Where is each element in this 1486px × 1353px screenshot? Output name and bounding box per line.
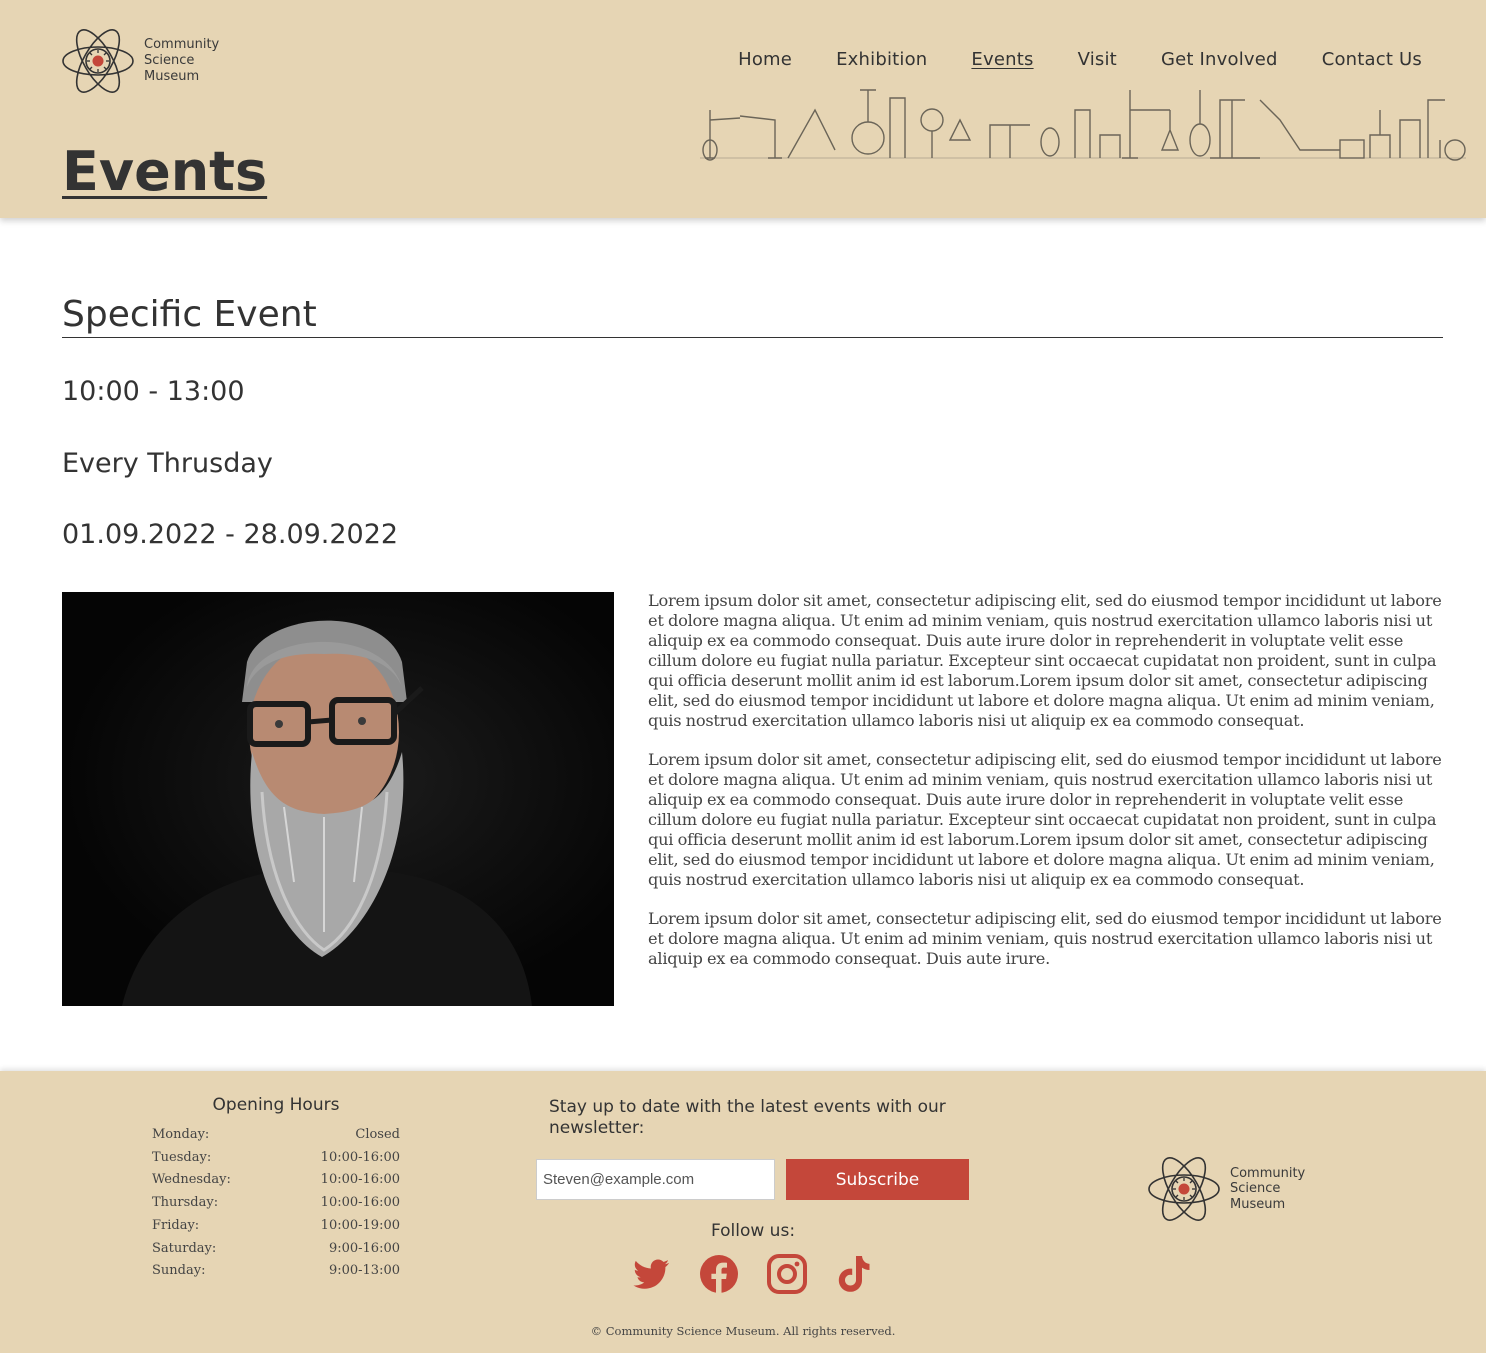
newsletter-text: Stay up to date with the latest events w… bbox=[549, 1097, 946, 1138]
logo-line-1: Community bbox=[1230, 1165, 1306, 1181]
follow-label: Follow us: bbox=[710, 1221, 796, 1241]
subscribe-button[interactable]: Subscribe bbox=[786, 1159, 969, 1200]
hours-day: Sunday: bbox=[152, 1263, 206, 1279]
hours-time: 9:00-13:00 bbox=[328, 1263, 400, 1279]
nav-contact-us[interactable]: Contact Us bbox=[1322, 49, 1422, 70]
twitter-icon[interactable] bbox=[631, 1254, 671, 1294]
bearded-man-portrait bbox=[122, 620, 532, 1006]
main-nav: Home Exhibition Events Visit Get Involve… bbox=[738, 49, 1422, 70]
hours-day: Monday: bbox=[152, 1127, 210, 1142]
opening-hours: Opening Hours Monday: Closed Tuesday: 10:0… bbox=[152, 1095, 400, 1283]
social-links bbox=[631, 1254, 875, 1294]
event-paragraph: Lorem ipsum dolor sit amet, consectetur … bbox=[648, 591, 1442, 730]
instagram-icon[interactable] bbox=[767, 1254, 807, 1294]
header-logo[interactable]: Community Science Museum bbox=[61, 27, 234, 95]
copyright: © Community Science Museum. All rights r… bbox=[590, 1324, 896, 1338]
opening-hours-title: Opening Hours bbox=[212, 1095, 340, 1115]
hours-time: 10:00-16:00 bbox=[320, 1195, 400, 1211]
hours-time: 10:00-19:00 bbox=[320, 1217, 400, 1233]
nav-events[interactable]: Events bbox=[971, 49, 1033, 70]
lab-equipment-illustration bbox=[700, 89, 1466, 161]
nav-home[interactable]: Home bbox=[738, 49, 792, 70]
page-title: Events bbox=[62, 140, 268, 203]
hours-day: Tuesday: bbox=[152, 1149, 212, 1165]
footer-logo[interactable]: Community Science Museum bbox=[1147, 1155, 1320, 1223]
site-header: Community Science Museum Home Exhibition… bbox=[0, 0, 1486, 218]
nav-exhibition[interactable]: Exhibition bbox=[836, 49, 927, 70]
logo-line-3: Museum bbox=[144, 69, 200, 84]
hours-day: Saturday: bbox=[152, 1240, 217, 1256]
logo-line-1: Community bbox=[144, 37, 220, 52]
event-dates: 01.09.2022 - 28.09.2022 bbox=[62, 519, 399, 550]
logo-line-3: Museum bbox=[1230, 1196, 1286, 1212]
hours-day: Thursday: bbox=[152, 1195, 219, 1211]
hours-day: Friday: bbox=[152, 1217, 200, 1233]
nav-visit[interactable]: Visit bbox=[1078, 49, 1117, 70]
tiktok-icon[interactable] bbox=[835, 1254, 875, 1294]
hours-time: 9:00-16:00 bbox=[328, 1240, 400, 1256]
site-footer: Opening Hours Monday: Closed Tuesday: 10:0… bbox=[0, 1071, 1486, 1353]
event-time: 10:00 - 13:00 bbox=[62, 376, 245, 407]
newsletter-email-input[interactable] bbox=[536, 1159, 775, 1200]
event-paragraph: Lorem ipsum dolor sit amet, consectetur … bbox=[648, 750, 1442, 889]
hours-row: Sunday: 9:00-13:00 bbox=[152, 1260, 400, 1283]
event-photo bbox=[62, 592, 614, 1006]
hours-row: Thursday: 10:00-16:00 bbox=[152, 1192, 400, 1215]
logo-line-2: Science bbox=[144, 53, 195, 68]
newsletter-section: Stay up to date with the latest events w… bbox=[549, 1097, 979, 1139]
event-frequency: Every Thrusday bbox=[62, 448, 273, 479]
hours-row: Monday: Closed bbox=[152, 1124, 400, 1147]
facebook-icon[interactable] bbox=[699, 1254, 739, 1294]
hours-time: Closed bbox=[355, 1127, 400, 1142]
event-paragraph: Lorem ipsum dolor sit amet, consectetur … bbox=[648, 909, 1442, 968]
logo-text: Community Science Museum bbox=[144, 37, 234, 85]
hours-row: Friday: 10:00-19:00 bbox=[152, 1215, 400, 1238]
hours-time: 10:00-16:00 bbox=[320, 1172, 400, 1188]
nav-get-involved[interactable]: Get Involved bbox=[1161, 49, 1278, 70]
hours-row: Saturday: 9:00-16:00 bbox=[152, 1238, 400, 1261]
event-title: Specific Event bbox=[62, 294, 1443, 338]
hours-row: Tuesday: 10:00-16:00 bbox=[152, 1147, 400, 1170]
hours-day: Wednesday: bbox=[152, 1172, 231, 1188]
footer-logo-text: Community Science Museum bbox=[1230, 1166, 1320, 1213]
hours-time: 10:00-16:00 bbox=[320, 1149, 400, 1165]
logo-line-2: Science bbox=[1230, 1181, 1281, 1197]
event-description: Lorem ipsum dolor sit amet, consectetur … bbox=[648, 591, 1448, 988]
atom-logo-icon bbox=[62, 29, 134, 93]
atom-logo-icon bbox=[1148, 1157, 1220, 1221]
hours-row: Wednesday: 10:00-16:00 bbox=[152, 1169, 400, 1192]
